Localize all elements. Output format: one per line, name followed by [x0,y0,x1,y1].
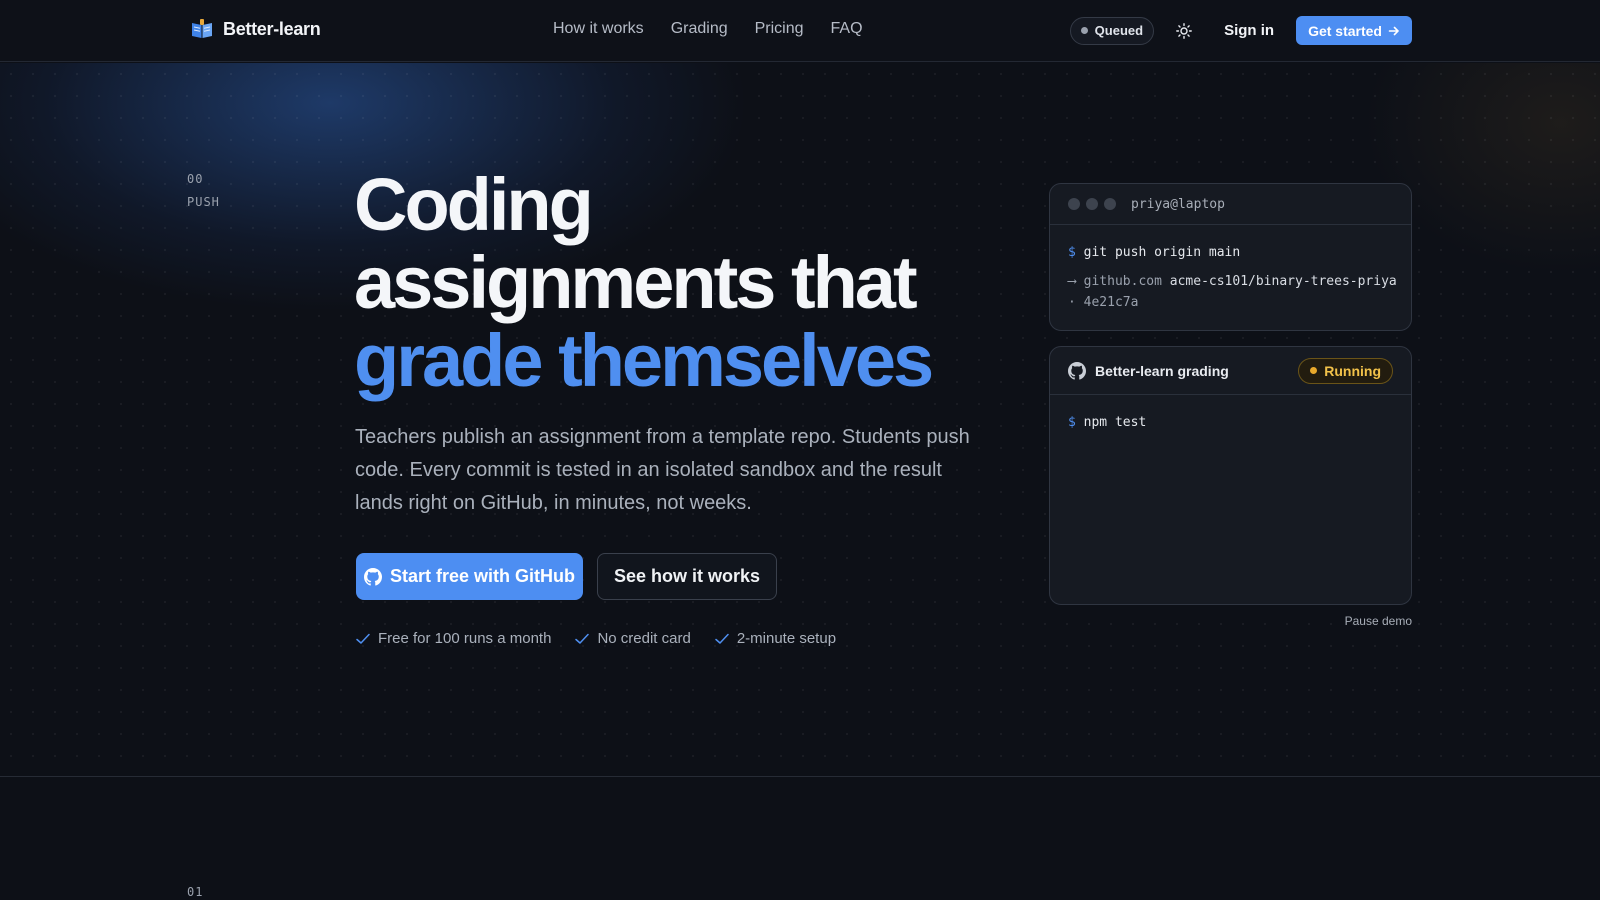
nav-faq[interactable]: FAQ [831,20,863,38]
sign-in-link[interactable]: Sign in [1224,22,1274,39]
arrow-right-icon [1388,26,1399,35]
see-how-it-works-button[interactable]: See how it works [597,553,777,600]
headline-line-1: Coding [354,163,594,246]
nav-how-it-works[interactable]: How it works [553,20,644,38]
prompt-symbol: $ [1068,415,1076,430]
status-badge: Queued [1069,16,1155,45]
terminal-separator: · [1068,295,1076,310]
main-nav: How it works Grading Pricing FAQ [553,20,863,38]
perk-item: 2-minute setup [715,630,836,647]
running-label: Running [1324,362,1381,379]
terminal-title: priya@laptop [1131,196,1225,212]
headline-accent: grade themselves [354,319,934,402]
nav-grading[interactable]: Grading [671,20,728,38]
perk-label: No credit card [597,630,691,647]
get-started-button[interactable]: Get started [1296,16,1412,45]
terminal-repo: acme-cs101/binary-trees-priya [1169,274,1397,289]
perk-item: Free for 100 runs a month [356,630,551,647]
terminal-commit: 4e21c7a [1083,295,1139,310]
step-number: 00 [187,172,204,186]
hero-description: Teachers publish an assignment from a te… [355,426,970,514]
brand-name: Better-learn [223,18,321,39]
window-dot-icon [1086,198,1098,210]
terminal-output-line: ⟶ github.com acme-cs101/binary-trees-pri… [1068,271,1398,313]
github-icon [1068,361,1086,380]
terminal-command-line: $ git push origin main [1068,245,1240,260]
running-dot-icon [1310,367,1318,374]
hero-section: 00 PUSH Coding assignments that grade th… [0,63,1600,776]
window-dot-icon [1068,198,1080,210]
brand-logo-link[interactable]: Better-learn [191,18,321,40]
perk-item: No credit card [575,630,691,647]
grading-command-line: $ npm test [1068,415,1146,430]
terminal-card: priya@laptop $ git push origin main ⟶ gi… [1049,183,1412,331]
hero-headline: Coding assignments that grade themselves [354,163,934,402]
prompt-symbol: $ [1068,245,1076,260]
terminal-command: git push origin main [1083,245,1241,260]
see-how-label: See how it works [613,566,761,586]
status-badge-label: Queued [1094,23,1144,38]
perk-label: Free for 100 runs a month [378,630,552,647]
theme-toggle-button[interactable] [1170,17,1198,45]
open-book-icon [192,19,212,38]
nav-pricing[interactable]: Pricing [755,20,804,38]
step-label: PUSH [187,195,220,209]
headline-line-2: assignments that [354,241,918,324]
perk-label: 2-minute setup [736,630,837,647]
top-navigation-bar: Better-learn How it works Grading Pricin… [0,0,1600,62]
arrow-glyph: ⟶ [1068,274,1076,289]
header-actions: Queued Sign in Get started [1069,16,1412,45]
next-step-number: 01 [187,885,204,899]
grading-card: Better-learn grading Running $ npm test [1049,346,1412,605]
section-divider [0,776,1600,777]
perks-list: Free for 100 runs a month No credit card… [356,630,836,647]
window-controls [1068,198,1116,210]
github-icon [363,567,382,586]
running-status-badge: Running [1298,357,1393,384]
pause-demo-button[interactable]: Pause demo [1300,614,1412,628]
window-dot-icon [1104,198,1116,210]
get-started-label: Get started [1308,22,1382,39]
terminal-titlebar: priya@laptop [1050,184,1411,225]
check-icon [715,633,729,644]
start-free-label: Start free with GitHub [389,566,575,586]
start-free-github-button[interactable]: Start free with GitHub [356,553,583,600]
terminal-host: github.com [1083,274,1162,289]
check-icon [356,633,370,644]
grading-command: npm test [1083,415,1147,430]
grading-card-header: Better-learn grading Running [1050,347,1411,395]
status-dot-icon [1080,27,1088,34]
sun-icon [1176,22,1192,39]
grading-title: Better-learn grading [1095,362,1229,379]
check-icon [575,633,590,644]
